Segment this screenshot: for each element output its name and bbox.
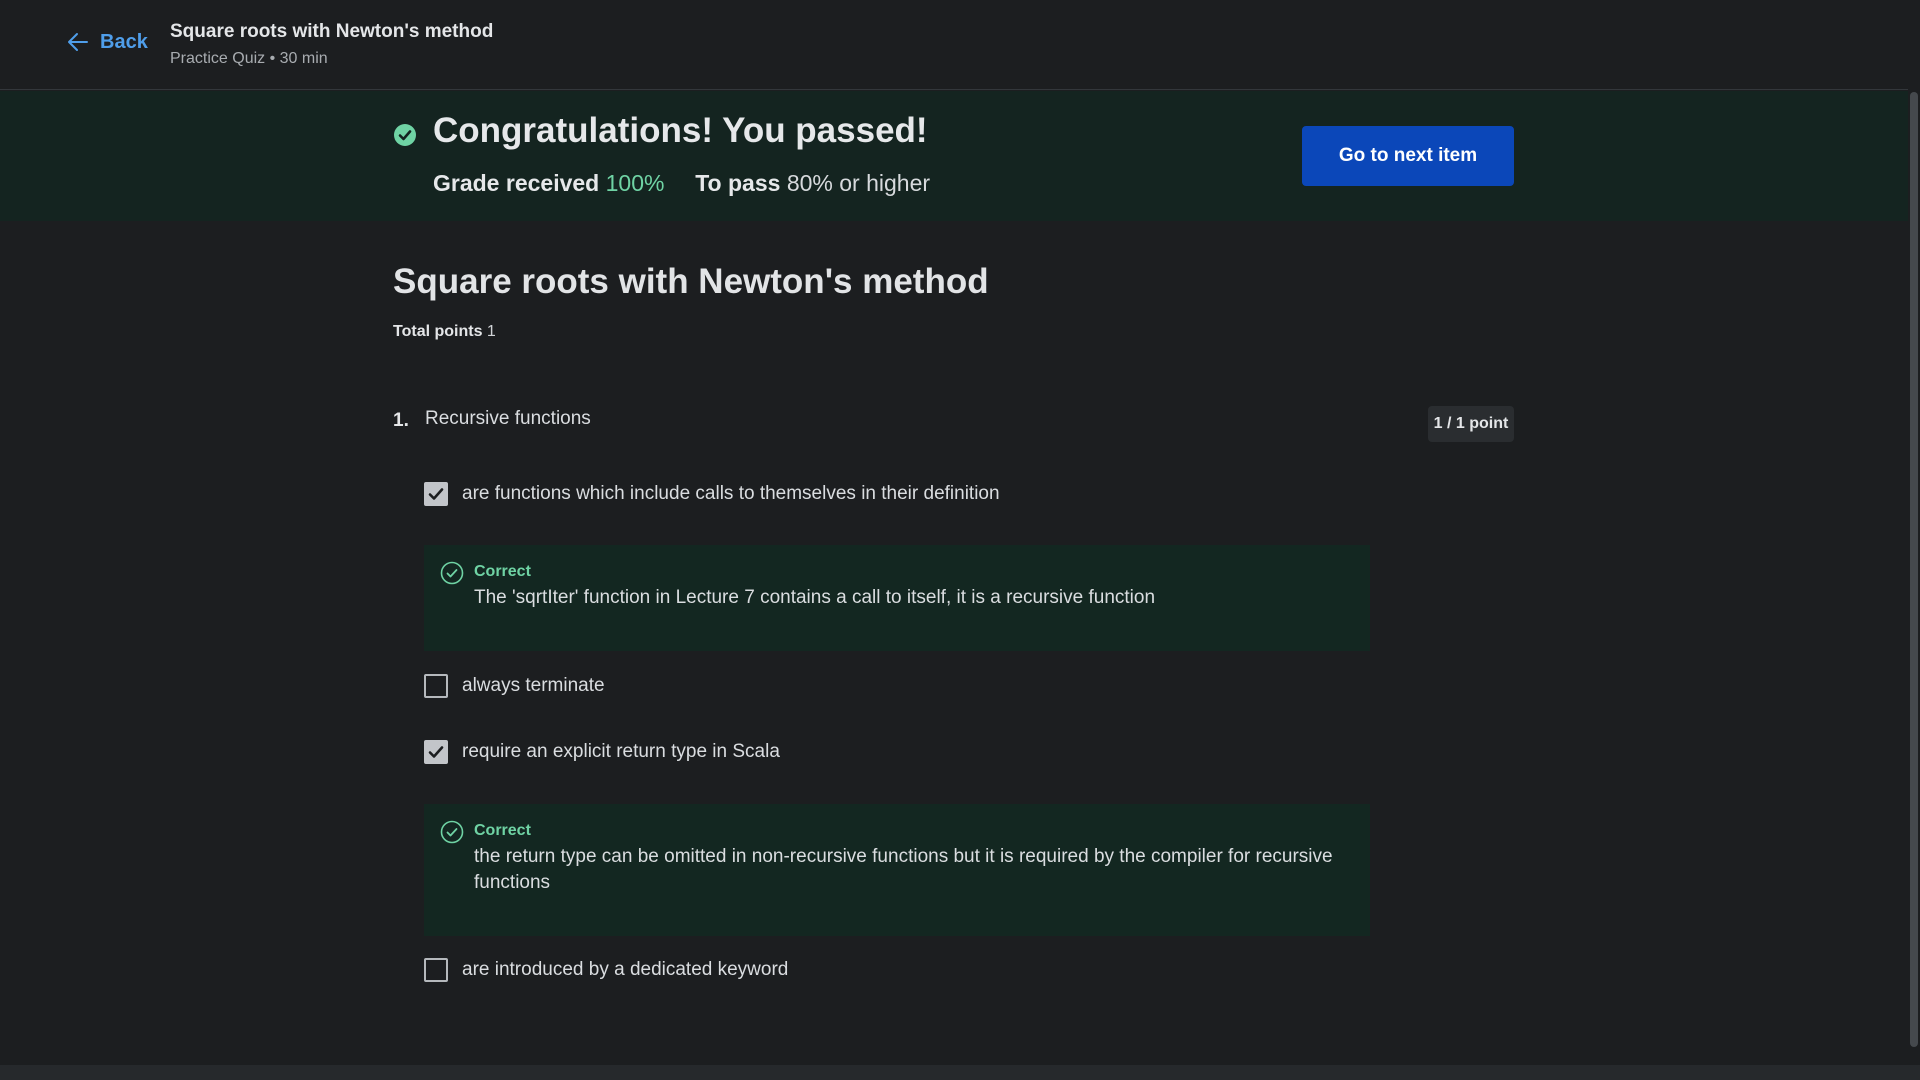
header-subtitle: Practice Quiz • 30 min bbox=[170, 50, 328, 67]
question-number: 1. bbox=[393, 410, 409, 431]
option-label: are introduced by a dedicated keyword bbox=[462, 959, 789, 980]
checkbox-checked[interactable] bbox=[424, 740, 448, 764]
option-label: require an explicit return type in Scala bbox=[462, 741, 780, 762]
question-points-badge: 1 / 1 point bbox=[1428, 406, 1514, 442]
go-to-next-item-button[interactable]: Go to next item bbox=[1302, 126, 1514, 186]
check-circle-filled-icon bbox=[394, 124, 416, 146]
grade-value: 100% bbox=[605, 170, 665, 196]
result-banner: Congratulations! You passed! Grade recei… bbox=[0, 91, 1908, 221]
header-title: Square roots with Newton's method bbox=[170, 21, 494, 42]
scrollbar-thumb[interactable] bbox=[1910, 92, 1918, 1047]
feedback-text: The 'sqrtIter' function in Lecture 7 con… bbox=[474, 587, 1156, 608]
check-circle-outline-icon bbox=[440, 820, 464, 844]
arrow-left-icon bbox=[68, 33, 88, 51]
option-label: always terminate bbox=[462, 675, 605, 696]
option-4[interactable]: are introduced by a dedicated keyword bbox=[424, 958, 788, 982]
feedback-label: Correct bbox=[474, 822, 531, 839]
quiz-title: Square roots with Newton's method bbox=[393, 262, 989, 301]
checkbox-unchecked[interactable] bbox=[424, 958, 448, 982]
feedback-text: the return type can be omitted in non-re… bbox=[474, 846, 1333, 893]
feedback-correct: Correct The 'sqrtIter' function in Lectu… bbox=[424, 545, 1370, 651]
total-points-label: Total points bbox=[393, 323, 483, 340]
question-text: Recursive functions bbox=[425, 408, 591, 429]
checkbox-unchecked[interactable] bbox=[424, 674, 448, 698]
feedback-label: Correct bbox=[474, 563, 531, 580]
grade-label: Grade received bbox=[433, 170, 600, 196]
feedback-correct: Correct the return type can be omitted i… bbox=[424, 804, 1370, 936]
back-button[interactable]: Back bbox=[66, 30, 148, 54]
checkmark-icon bbox=[428, 488, 444, 500]
check-circle-outline-icon bbox=[440, 561, 464, 585]
pass-headline: Congratulations! You passed! bbox=[433, 111, 928, 150]
checkbox-checked[interactable] bbox=[424, 482, 448, 506]
horizontal-scroll-track bbox=[0, 1065, 1920, 1080]
option-label: are functions which include calls to the… bbox=[462, 483, 1000, 504]
top-header: Back Square roots with Newton's method P… bbox=[0, 0, 1908, 90]
checkmark-icon bbox=[428, 746, 444, 758]
pass-threshold: 80% or higher bbox=[786, 170, 931, 196]
pass-label: To pass bbox=[695, 170, 781, 196]
total-points-value: 1 bbox=[486, 323, 496, 340]
option-2[interactable]: always terminate bbox=[424, 674, 605, 698]
back-label: Back bbox=[100, 30, 148, 53]
grade-summary: Grade received 100% To pass 80% or highe… bbox=[433, 170, 930, 197]
option-1[interactable]: are functions which include calls to the… bbox=[424, 482, 1000, 506]
vertical-scrollbar[interactable] bbox=[1908, 90, 1920, 1065]
total-points: Total points 1 bbox=[393, 323, 496, 341]
option-3[interactable]: require an explicit return type in Scala bbox=[424, 740, 780, 764]
